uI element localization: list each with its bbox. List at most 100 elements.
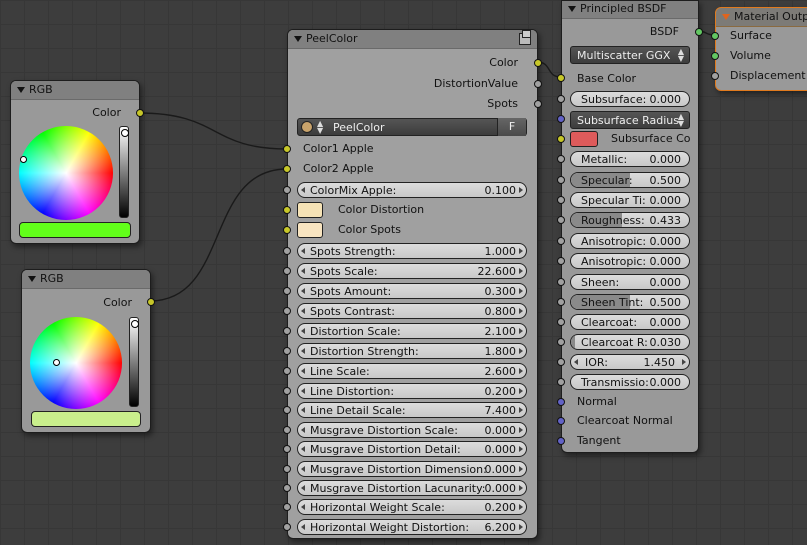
subsurface-method-dropdown[interactable]: Subsurface Radius ▲ ▼ xyxy=(570,111,690,129)
principled-bsdf-node[interactable]: Principled BSDF BSDF Multiscatter GGX ▲ ▼… xyxy=(557,0,703,453)
input-subsurface-radius-socket[interactable] xyxy=(557,115,565,123)
color-wheel-cursor[interactable] xyxy=(53,359,60,366)
input-surface-socket[interactable] xyxy=(711,32,719,40)
color-wheel-cursor[interactable] xyxy=(20,156,27,163)
rgb-node-2[interactable]: RGB Color xyxy=(21,269,155,433)
specular-slider[interactable]: Specular: 0.500 xyxy=(570,172,690,188)
ior-slider[interactable]: IOR: 1.450 xyxy=(570,354,690,370)
color-spots-swatch[interactable] xyxy=(297,222,323,238)
line-distortion-field[interactable]: Line Distortion: 0.200 xyxy=(297,383,527,399)
input-tangent-socket[interactable] xyxy=(557,437,565,445)
increment-arrow-icon[interactable] xyxy=(519,368,523,374)
updown-arrows-icon[interactable]: ▲ ▼ xyxy=(317,120,323,135)
node-group-icon[interactable] xyxy=(519,30,531,45)
decrement-arrow-icon[interactable] xyxy=(301,485,305,491)
increment-arrow-icon[interactable] xyxy=(519,504,523,510)
increment-arrow-icon[interactable] xyxy=(519,348,523,354)
musgrave-distortion-lacunarity-field[interactable]: Musgrave Distortion Lacunarity: 0.000 xyxy=(297,480,527,496)
color-distortion-swatch[interactable] xyxy=(297,202,323,218)
increment-arrow-icon[interactable] xyxy=(519,466,523,472)
specular-ti-slider[interactable]: Specular Ti: 0.000 xyxy=(570,192,690,208)
input-spots-amount-socket[interactable] xyxy=(283,287,291,295)
distortion-strength-field[interactable]: Distortion Strength: 1.800 xyxy=(297,343,527,359)
output-color-socket[interactable] xyxy=(147,298,155,306)
input-ior-socket[interactable] xyxy=(557,358,565,366)
spots-amount-field[interactable]: Spots Amount: 0.300 xyxy=(297,283,527,299)
input-line-distortion-socket[interactable] xyxy=(283,387,291,395)
material-output-node[interactable]: Material Output Surface Volume Displacem… xyxy=(711,7,807,91)
input-sheen-socket[interactable] xyxy=(557,278,565,286)
increment-arrow-icon[interactable] xyxy=(519,328,523,334)
increment-arrow-icon[interactable] xyxy=(519,388,523,394)
clearcoat-r-slider[interactable]: Clearcoat R: 0.030 xyxy=(570,334,690,350)
roughness-slider[interactable]: Roughness: 0.433 xyxy=(570,212,690,228)
input-color-distortion-socket[interactable] xyxy=(283,206,291,214)
spots-strength-field[interactable]: Spots Strength: 1.000 xyxy=(297,243,527,259)
nodetree-name[interactable]: PeelColor xyxy=(333,121,385,134)
horizontal-weight-scale-field[interactable]: Horizontal Weight Scale: 0.200 xyxy=(297,499,527,515)
input-distortion-strength-socket[interactable] xyxy=(283,347,291,355)
increment-arrow-icon[interactable] xyxy=(519,268,523,274)
collapse-triangle-icon[interactable] xyxy=(17,87,25,93)
value-slider-knob[interactable] xyxy=(131,320,139,328)
output-spots-socket[interactable] xyxy=(534,100,542,108)
decrement-arrow-icon[interactable] xyxy=(301,407,305,413)
input-normal-socket[interactable] xyxy=(557,398,565,406)
decrement-arrow-icon[interactable] xyxy=(301,308,305,314)
input-anisotropic-socket[interactable] xyxy=(557,257,565,265)
input-subsurface-socket[interactable] xyxy=(557,95,565,103)
input-sheen-tint-socket[interactable] xyxy=(557,298,565,306)
input-line-detail-scale-socket[interactable] xyxy=(283,406,291,414)
collapse-triangle-icon[interactable] xyxy=(294,36,302,42)
anisotropic-slider[interactable]: Anisotropic: 0.000 xyxy=(570,233,690,249)
input-line-scale-socket[interactable] xyxy=(283,367,291,375)
input-color2-socket[interactable] xyxy=(283,165,291,173)
increment-arrow-icon[interactable] xyxy=(519,427,523,433)
decrement-arrow-icon[interactable] xyxy=(301,368,305,374)
decrement-arrow-icon[interactable] xyxy=(301,388,305,394)
color-swatch[interactable] xyxy=(19,222,131,238)
decrement-arrow-icon[interactable] xyxy=(301,348,305,354)
input-distortion-scale-socket[interactable] xyxy=(283,327,291,335)
value-slider-knob[interactable] xyxy=(121,129,129,137)
distribution-dropdown[interactable]: Multiscatter GGX ▲ ▼ xyxy=(570,46,690,64)
decrement-arrow-icon[interactable] xyxy=(301,248,305,254)
subsurface-color-swatch[interactable] xyxy=(570,131,598,147)
rgb-node-2-header[interactable]: RGB xyxy=(22,270,150,289)
input-metallic-socket[interactable] xyxy=(557,155,565,163)
fake-user-button[interactable]: F xyxy=(497,118,526,136)
input-roughness-socket[interactable] xyxy=(557,216,565,224)
decrement-arrow-icon[interactable] xyxy=(301,504,305,510)
material-output-header[interactable]: Material Output xyxy=(716,8,807,27)
peelcolor-node-header[interactable]: PeelColor xyxy=(288,30,537,49)
increment-arrow-icon[interactable] xyxy=(519,187,523,193)
input-colormix-socket[interactable] xyxy=(283,186,291,194)
input-horizontal-weight-distortion-socket[interactable] xyxy=(283,523,291,531)
input-volume-socket[interactable] xyxy=(711,52,719,60)
input-musgrave-distortion-detail-socket[interactable] xyxy=(283,445,291,453)
value-slider[interactable] xyxy=(129,317,139,407)
bsdf-node-header[interactable]: Principled BSDF xyxy=(562,1,698,19)
decrement-arrow-icon[interactable] xyxy=(301,187,305,193)
decrement-arrow-icon[interactable] xyxy=(301,524,305,530)
increment-arrow-icon[interactable] xyxy=(519,288,523,294)
nodetree-icon[interactable] xyxy=(301,121,313,133)
input-clearcoat-r-socket[interactable] xyxy=(557,338,565,346)
line-scale-field[interactable]: Line Scale: 2.600 xyxy=(297,363,527,379)
input-displacement-socket[interactable] xyxy=(711,72,719,80)
decrement-arrow-icon[interactable] xyxy=(301,288,305,294)
input-color-spots-socket[interactable] xyxy=(283,226,291,234)
peelcolor-node[interactable]: PeelColor Color DistortionValue Spots ▲ ▼… xyxy=(283,29,542,539)
decrement-arrow-icon[interactable] xyxy=(301,268,305,274)
input-spots-scale-socket[interactable] xyxy=(283,267,291,275)
input-anisotropic-socket[interactable] xyxy=(557,237,565,245)
decrement-arrow-icon[interactable] xyxy=(301,466,305,472)
increment-arrow-icon[interactable] xyxy=(519,524,523,530)
collapse-triangle-icon[interactable] xyxy=(568,6,576,12)
input-basecolor-socket[interactable] xyxy=(557,74,565,82)
collapse-triangle-icon[interactable] xyxy=(28,276,36,282)
input-musgrave-distortion-lacunarity-socket[interactable] xyxy=(283,484,291,492)
input-horizontal-weight-scale-socket[interactable] xyxy=(283,503,291,511)
clearcoat-slider[interactable]: Clearcoat: 0.000 xyxy=(570,314,690,330)
rgb-node-1-header[interactable]: RGB xyxy=(11,81,139,100)
